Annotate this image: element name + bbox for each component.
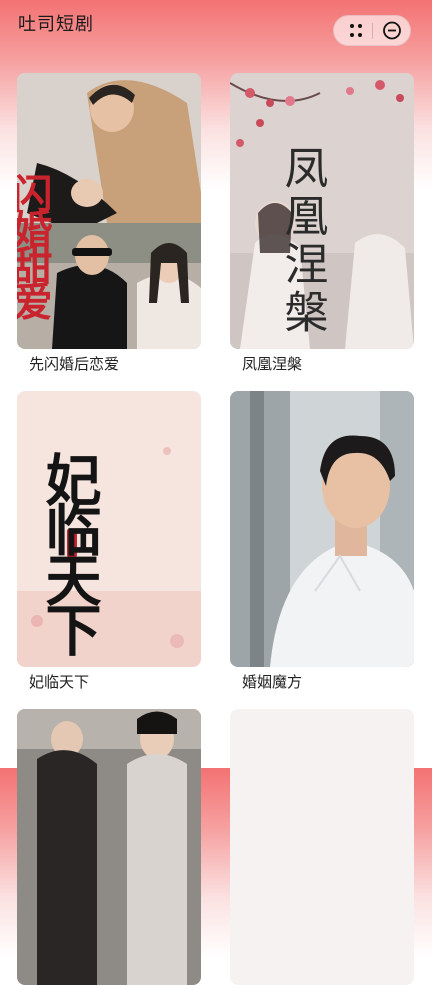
- mini-program-capsule: [333, 15, 411, 46]
- drama-card[interactable]: [17, 709, 201, 985]
- drama-card[interactable]: 妃临天下 妃临天下: [17, 391, 201, 691]
- drama-card[interactable]: 婚姻魔方: [230, 391, 414, 691]
- drama-poster[interactable]: [230, 709, 414, 985]
- drama-title[interactable]: 先闪婚后恋爱: [29, 353, 119, 374]
- drama-card[interactable]: 凤凰涅槃 凤凰涅槃: [230, 73, 414, 373]
- poster-title-text: 闪婚甜爱: [17, 173, 53, 321]
- poster-title-text: 凤凰涅槃: [277, 145, 328, 337]
- drama-poster[interactable]: 妃临天下: [17, 391, 201, 667]
- more-dots-icon[interactable]: [342, 16, 370, 45]
- drama-card[interactable]: [230, 709, 414, 985]
- drama-title[interactable]: 婚姻魔方: [242, 671, 302, 692]
- capsule-divider: [372, 23, 373, 39]
- drama-title[interactable]: 妃临天下: [29, 671, 89, 692]
- drama-poster[interactable]: 凤凰涅槃: [230, 73, 414, 349]
- minus-circle-icon[interactable]: [378, 16, 406, 45]
- drama-poster[interactable]: [17, 709, 201, 985]
- drama-poster[interactable]: [230, 391, 414, 667]
- poster-title-text: 妃临天下: [36, 451, 102, 657]
- app-title: 吐司短剧: [18, 14, 94, 35]
- drama-card[interactable]: 闪婚甜爱 先闪婚后恋爱: [17, 73, 201, 373]
- drama-poster[interactable]: 闪婚甜爱: [17, 73, 201, 349]
- drama-title[interactable]: 凤凰涅槃: [242, 353, 302, 374]
